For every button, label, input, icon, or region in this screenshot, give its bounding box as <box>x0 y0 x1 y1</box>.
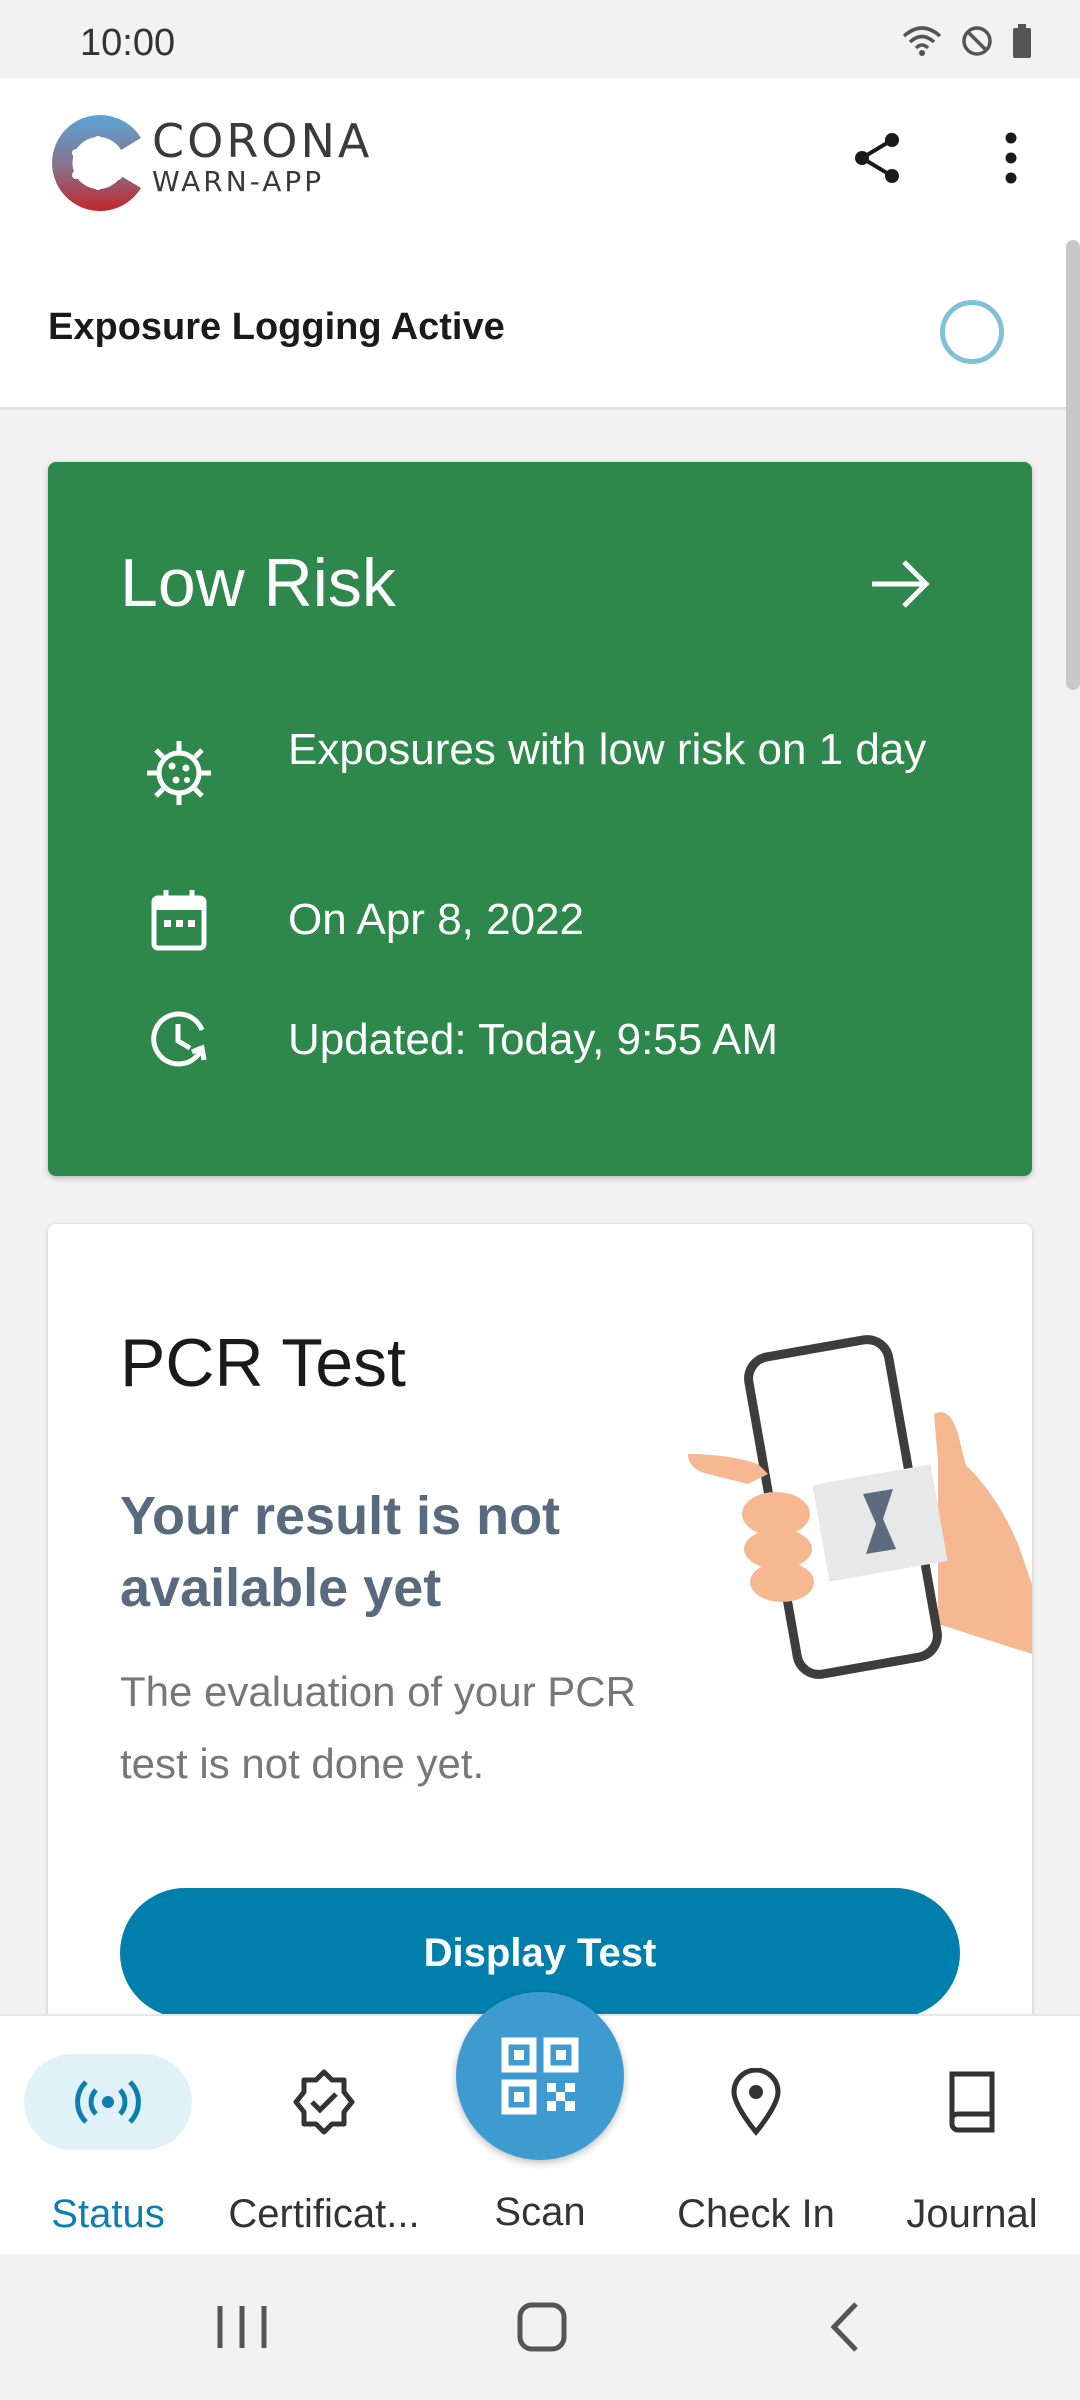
pcr-test-subtitle: Your result is not available yet <box>120 1486 561 1618</box>
risk-card[interactable]: Low Risk Exposures with low risk on 1 da… <box>48 462 1032 1176</box>
nav-check-in-indicator <box>672 2054 840 2150</box>
wifi-icon <box>902 24 942 63</box>
recent-apps-icon <box>217 2306 267 2348</box>
risk-updated-text: Updated: Today, 9:55 AM <box>288 1015 779 1064</box>
pcr-test-title: PCR Test <box>120 1325 406 1401</box>
status-icons <box>902 24 1032 63</box>
location-pin-icon <box>731 2068 781 2136</box>
system-navigation-bar <box>0 2254 1080 2400</box>
nav-certificates-indicator <box>240 2054 408 2150</box>
calendar-icon <box>144 886 214 956</box>
risk-title: Low Risk <box>120 545 396 621</box>
nav-item-certificates[interactable]: Certificat... <box>216 2016 432 2256</box>
nav-label-certificates: Certificat... <box>228 2192 420 2236</box>
recent-apps-button[interactable] <box>202 2294 282 2360</box>
arrow-right-icon <box>868 556 932 612</box>
qr-code-icon <box>501 2037 579 2115</box>
more-options-button[interactable] <box>986 128 1036 188</box>
logo-line1: CORONA <box>152 114 373 168</box>
nav-journal-indicator <box>888 2054 1056 2150</box>
virus-icon <box>144 738 214 808</box>
app-logo-text: CORONA WARN-APP <box>152 116 372 198</box>
do-not-disturb-icon <box>960 24 994 63</box>
nav-status-indicator <box>24 2054 192 2150</box>
pcr-test-card[interactable]: PCR Test Your result is not available ye… <box>48 1224 1032 2014</box>
back-icon <box>830 2302 858 2352</box>
risk-exposures-text: Exposures with low risk on 1 day <box>288 725 927 774</box>
phone-hourglass-illustration <box>688 1324 1032 1724</box>
nav-label-journal: Journal <box>906 2192 1038 2236</box>
exposure-logging-row[interactable]: Exposure Logging Active <box>0 238 1080 410</box>
scrollbar[interactable] <box>1066 240 1080 690</box>
exposure-logging-label: Exposure Logging Active <box>48 306 505 348</box>
back-button[interactable] <box>806 2294 886 2360</box>
screen: 10:00 CORONA WARN-APP Exposure Logging A… <box>0 0 1080 2400</box>
pcr-test-description: The evaluation of your PCR test is not d… <box>120 1668 636 1787</box>
battery-icon <box>1012 24 1032 63</box>
more-vert-icon <box>1005 132 1017 184</box>
risk-date-text: On Apr 8, 2022 <box>288 895 584 944</box>
nav-label-check-in: Check In <box>677 2192 835 2236</box>
logo-line2: WARN-APP <box>152 165 325 198</box>
nav-item-check-in[interactable]: Check In <box>648 2016 864 2256</box>
nav-label-scan: Scan <box>494 2190 586 2234</box>
home-button[interactable] <box>502 2294 582 2360</box>
nav-label-status: Status <box>51 2192 165 2236</box>
nav-item-journal[interactable]: Journal <box>864 2016 1080 2256</box>
corona-warn-app-logo-icon <box>46 108 156 218</box>
home-icon <box>517 2302 567 2352</box>
scan-button[interactable] <box>456 1992 624 2160</box>
book-icon <box>949 2071 995 2133</box>
status-bar: 10:00 <box>0 0 1080 78</box>
exposure-logging-status-icon <box>940 300 1004 364</box>
badge-check-icon <box>293 2069 355 2135</box>
status-time: 10:00 <box>80 22 176 64</box>
broadcast-icon <box>75 2080 141 2124</box>
nav-item-status[interactable]: Status <box>0 2016 216 2256</box>
clock-refresh-icon <box>144 1004 214 1074</box>
app-bar: CORONA WARN-APP <box>0 78 1080 238</box>
share-button[interactable] <box>848 128 908 188</box>
home-scroll-content[interactable]: Exposure Logging Active Low Risk Exposur… <box>0 238 1080 2014</box>
share-icon <box>855 133 899 183</box>
